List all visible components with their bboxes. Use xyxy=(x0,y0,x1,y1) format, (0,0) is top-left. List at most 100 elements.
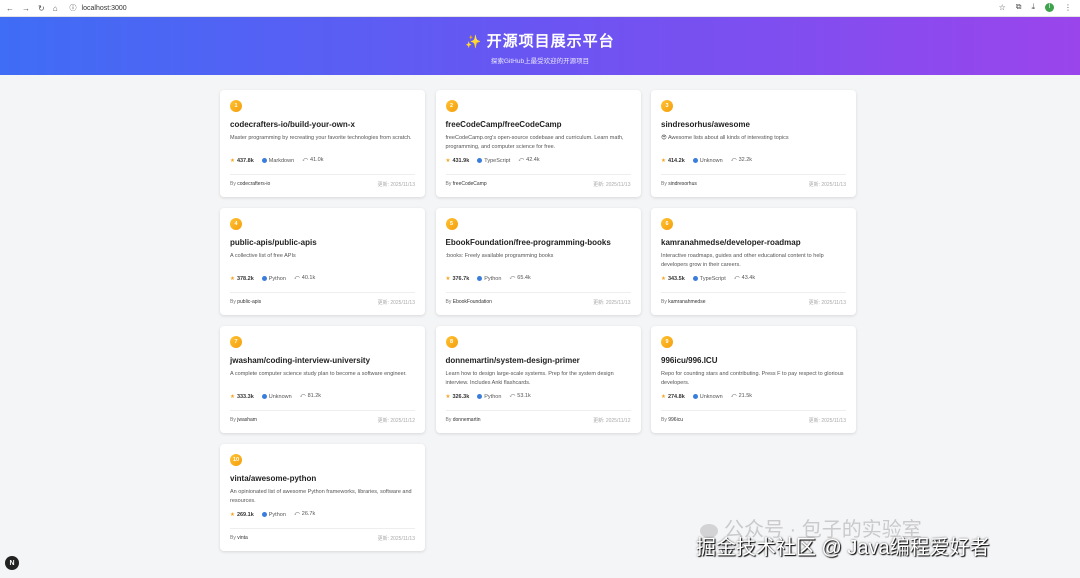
stars-count: 437.8k xyxy=(236,157,254,164)
forks-count: 21.5k xyxy=(738,393,753,399)
project-name-link[interactable]: sindresorhus/awesome xyxy=(661,120,750,129)
updated-date: 更新: 2025/11/12 xyxy=(593,418,631,424)
project-grid: 1 codecrafters-io/build-your-own-x Maste… xyxy=(220,90,856,551)
owner-info: By sindresorhus xyxy=(661,181,697,188)
owner-info: By freeCodeCamp xyxy=(446,181,487,188)
stars-stat: ★ 431.9k xyxy=(446,158,470,164)
browser-actions: ☆ ⧉ ⤓ I ⋮ xyxy=(999,2,1072,12)
star-icon: ★ xyxy=(661,275,666,282)
next-dev-indicator-button[interactable]: N xyxy=(5,556,19,570)
project-name-link[interactable]: freeCodeCamp/freeCodeCamp xyxy=(446,120,562,129)
project-stats: ★ 414.2k Unknown ⤺ 32.2k xyxy=(661,157,752,164)
home-icon[interactable]: ⌂ xyxy=(53,4,58,13)
card-divider xyxy=(230,174,415,175)
project-card[interactable]: 9 996icu/996.ICU Repo for counting stars… xyxy=(651,326,856,433)
project-card[interactable]: 5 EbookFoundation/free-programming-books… xyxy=(435,208,641,315)
project-stats: ★ 376.7k Python ⤺ 65.4k xyxy=(446,275,531,282)
project-card[interactable]: 8 donnemartin/system-design-primer Learn… xyxy=(435,326,641,433)
project-card[interactable]: 1 codecrafters-io/build-your-own-x Maste… xyxy=(220,90,425,197)
owner-name[interactable]: sindresorhus xyxy=(668,181,697,187)
forks-count: 26.7k xyxy=(301,511,316,517)
language-dot-icon xyxy=(477,275,483,281)
language-label: Python xyxy=(268,275,286,282)
project-description: 😎 Awesome lists about all kinds of inter… xyxy=(661,135,789,141)
language-label: Unknown xyxy=(268,393,292,400)
by-label: By xyxy=(230,535,236,541)
menu-icon[interactable]: ⋮ xyxy=(1064,3,1072,12)
owner-name[interactable]: public-apis xyxy=(237,299,261,305)
stars-count: 326.3k xyxy=(452,393,470,400)
stars-count: 378.2k xyxy=(236,275,254,282)
star-icon: ★ xyxy=(661,157,666,164)
by-label: By xyxy=(230,417,236,423)
project-description: Master programming by recreating your fa… xyxy=(230,135,412,141)
site-info-icon[interactable]: ⓘ xyxy=(70,3,77,13)
bookmark-star-icon[interactable]: ☆ xyxy=(999,3,1006,12)
card-divider xyxy=(445,410,631,411)
language-dot-icon xyxy=(261,511,267,517)
owner-name[interactable]: donnemartin xyxy=(453,417,481,423)
browser-nav: ← → ↻ ⌂ xyxy=(6,4,58,13)
forks-stat: ⤺ 41.0k xyxy=(302,157,323,164)
language-label: Python xyxy=(484,393,502,400)
owner-name[interactable]: kamranahmedse xyxy=(668,299,705,305)
address-bar[interactable]: ⓘ localhost:3000 xyxy=(70,3,127,13)
star-icon: ★ xyxy=(445,393,451,400)
reload-icon[interactable]: ↻ xyxy=(38,4,45,13)
project-description: Learn how to design large-scale systems.… xyxy=(445,371,614,386)
project-stats: ★ 269.1k Python ⤺ 26.7k xyxy=(230,511,315,518)
fork-icon: ⤺ xyxy=(730,157,737,163)
updated-date: 更新: 2025/11/13 xyxy=(808,418,846,424)
project-name-link[interactable]: public-apis/public-apis xyxy=(230,238,317,247)
owner-name[interactable]: EbookFoundation xyxy=(453,299,492,305)
project-card[interactable]: 6 kamranahmedse/developer-roadmap Intera… xyxy=(651,208,856,315)
language-dot-icon xyxy=(261,393,267,399)
card-footer: By freeCodeCamp 更新: 2025/11/13 xyxy=(446,181,631,188)
project-name-link[interactable]: EbookFoundation/free-programming-books xyxy=(446,238,611,247)
project-name-link[interactable]: donnemartin/system-design-primer xyxy=(446,356,580,365)
project-card[interactable]: 10 vinta/awesome-python An opinionated l… xyxy=(220,444,425,551)
owner-name[interactable]: codecrafters-io xyxy=(237,181,270,187)
rank-badge: 3 xyxy=(661,100,673,112)
project-name-link[interactable]: kamranahmedse/developer-roadmap xyxy=(661,238,801,247)
project-card[interactable]: 2 freeCodeCamp/freeCodeCamp freeCodeCamp… xyxy=(435,90,641,197)
card-footer: By public-apis 更新: 2025/11/13 xyxy=(230,299,415,306)
project-card[interactable]: 3 sindresorhus/awesome 😎 Awesome lists a… xyxy=(651,90,856,197)
project-name-link[interactable]: 996icu/996.ICU xyxy=(661,356,717,365)
owner-info: By donnemartin xyxy=(446,417,481,424)
stars-stat: ★ 376.7k xyxy=(446,276,470,282)
page-subtitle: 探索GitHub上最受欢迎的开源项目 xyxy=(490,58,590,65)
card-footer: By jwasham 更新: 2025/11/12 xyxy=(230,417,415,424)
by-label: By xyxy=(661,299,667,305)
project-card[interactable]: 4 public-apis/public-apis A collective l… xyxy=(220,208,425,315)
card-footer: By EbookFoundation 更新: 2025/11/13 xyxy=(446,299,631,306)
browser-toolbar: ← → ↻ ⌂ ⓘ localhost:3000 ☆ ⧉ ⤓ I ⋮ xyxy=(0,0,1080,17)
owner-name[interactable]: jwasham xyxy=(237,417,257,423)
back-icon[interactable]: ← xyxy=(6,4,14,13)
project-card[interactable]: 7 jwasham/coding-interview-university A … xyxy=(220,326,425,433)
extensions-icon[interactable]: ⧉ xyxy=(1016,2,1022,12)
project-name-link[interactable]: vinta/awesome-python xyxy=(230,474,316,483)
project-stats: ★ 343.5k TypeScript ⤺ 43.4k xyxy=(661,275,755,282)
language-dot-icon xyxy=(261,275,267,281)
stars-count: 333.3k xyxy=(236,393,254,400)
stars-stat: ★ 269.1k xyxy=(230,512,254,518)
rank-badge: 6 xyxy=(661,218,673,230)
project-name-link[interactable]: jwasham/coding-interview-university xyxy=(230,356,370,365)
card-divider xyxy=(445,292,631,293)
owner-info: By codecrafters-io xyxy=(230,181,270,188)
forward-icon[interactable]: → xyxy=(22,4,30,13)
project-name-link[interactable]: codecrafters-io/build-your-own-x xyxy=(230,120,355,129)
language-dot-icon xyxy=(261,157,267,163)
stars-stat: ★ 333.3k xyxy=(230,394,254,400)
project-stats: ★ 378.2k Python ⤺ 40.1k xyxy=(230,275,315,282)
owner-name[interactable]: 996icu xyxy=(668,417,683,423)
rank-badge: 2 xyxy=(445,100,458,112)
download-icon[interactable]: ⤓ xyxy=(1031,2,1035,12)
owner-name[interactable]: freeCodeCamp xyxy=(453,181,487,187)
owner-name[interactable]: vinta xyxy=(237,535,248,541)
updated-date: 更新: 2025/11/13 xyxy=(593,300,631,306)
profile-avatar[interactable]: I xyxy=(1045,2,1054,12)
fork-icon: ⤺ xyxy=(730,393,737,399)
by-label: By xyxy=(445,417,452,423)
